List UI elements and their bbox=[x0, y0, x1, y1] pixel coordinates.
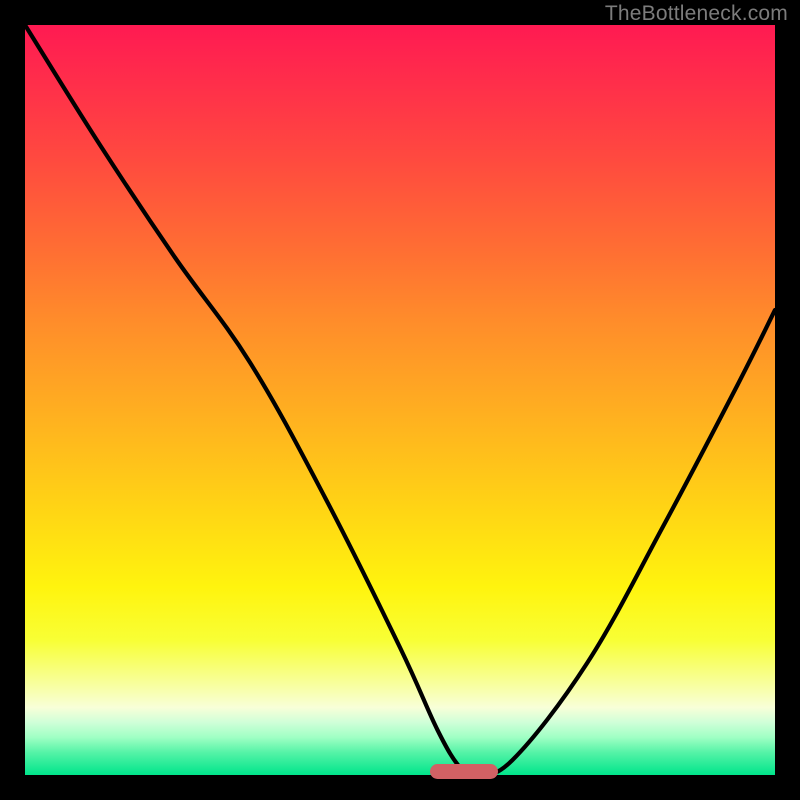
minimum-marker bbox=[430, 764, 498, 779]
chart-frame: TheBottleneck.com bbox=[0, 0, 800, 800]
plot-area bbox=[25, 25, 775, 775]
bottleneck-curve bbox=[25, 25, 775, 775]
attribution-label: TheBottleneck.com bbox=[605, 2, 788, 26]
curve-path bbox=[25, 25, 775, 775]
